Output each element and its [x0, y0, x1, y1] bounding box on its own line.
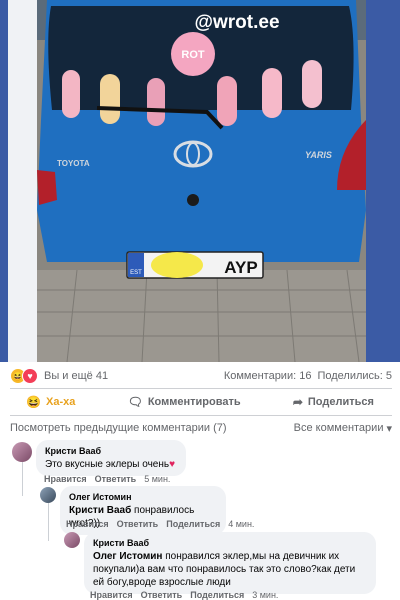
reactions-count: Вы и ещё 41 [44, 370, 109, 382]
photo-frame-left [0, 0, 8, 362]
haha-label: Ха-ха [46, 396, 76, 408]
avatar[interactable] [64, 532, 80, 548]
avatar[interactable] [40, 487, 56, 503]
comments-filter-dropdown[interactable]: Все комментарии ▾ [294, 422, 392, 435]
comment-author[interactable]: Кристи Вааб [93, 537, 367, 550]
comment-author[interactable]: Кристи Вааб [45, 445, 177, 458]
shares-count-link[interactable]: Поделились: 5 [317, 370, 392, 382]
comment-button[interactable]: 🗨 Комментировать [128, 395, 241, 409]
share-icon: ➦ [292, 395, 303, 409]
post-actions: 😆 Ха-ха 🗨 Комментировать ➦ Поделиться [0, 391, 400, 413]
mention-link[interactable]: Олег Истомин [93, 551, 162, 562]
post-stats: Комментарии: 16 Поделились: 5 [224, 370, 392, 382]
share-button[interactable]: ➦ Поделиться [293, 395, 374, 409]
brand-right-text: YARIS [305, 150, 332, 160]
comments-filter-label: Все комментарии [293, 422, 384, 434]
post-photo[interactable]: ROT @wrot.ee TOYOTA YARIS EST AYP [37, 0, 366, 362]
mention-link[interactable]: Кристи Вааб [69, 505, 131, 516]
love-reaction-icon: ♥ [22, 368, 38, 384]
brand-left-text: TOYOTA [57, 159, 90, 168]
comment-text: Это вкусные эклеры очень [45, 459, 170, 470]
share-label: Поделиться [307, 396, 374, 408]
comment-timestamp[interactable]: 4 мин. [228, 519, 254, 529]
divider [10, 415, 392, 416]
reactions-summary[interactable]: 😆 ♥ Вы и ещё 41 [10, 368, 108, 384]
reply-thread-line [48, 503, 49, 541]
share-link[interactable]: Поделиться [190, 590, 244, 600]
comment-timestamp[interactable]: 3 мин. [252, 590, 278, 600]
comment-meta: Нравится Ответить Поделиться 3 мин. [90, 590, 278, 600]
avatar[interactable] [12, 442, 32, 462]
reply-link[interactable]: Ответить [141, 590, 183, 600]
reply-thread-line [22, 462, 23, 496]
comment-meta: Нравится Ответить 5 мин. [44, 474, 170, 484]
photo-frame-right [366, 0, 400, 362]
comment-label: Комментировать [147, 396, 241, 408]
haha-button[interactable]: 😆 Ха-ха [26, 395, 75, 409]
view-previous-comments-link[interactable]: Посмотреть предыдущие комментарии (7) [10, 422, 227, 434]
rot-badge: ROT [181, 49, 205, 61]
comment-icon: 🗨 [127, 395, 143, 409]
comment-bubble: Кристи Вааб Это вкусные эклеры очень♥ [36, 440, 186, 476]
car-photo-illustration: ROT @wrot.ee TOYOTA YARIS EST AYP [37, 0, 366, 362]
plate-country-text: EST [130, 270, 142, 276]
reply-link[interactable]: Ответить [117, 519, 159, 529]
haha-icon: 😆 [26, 395, 42, 409]
reply-link[interactable]: Ответить [95, 474, 137, 484]
share-link[interactable]: Поделиться [166, 519, 220, 529]
comment-meta: Нравится Ответить Поделиться 4 мин. [66, 519, 254, 529]
watermark-text: @wrot.ee [194, 12, 279, 33]
comment-author[interactable]: Олег Истомин [69, 491, 217, 504]
like-link[interactable]: Нравится [44, 474, 87, 484]
chevron-down-icon: ▾ [386, 423, 392, 435]
comment-bubble: Кристи Вааб Олег Истомин понравился экле… [84, 532, 376, 594]
like-link[interactable]: Нравится [90, 590, 133, 600]
divider [10, 388, 392, 389]
plate-text: AYP [224, 258, 257, 277]
comment-timestamp[interactable]: 5 мин. [144, 474, 170, 484]
comments-count-link[interactable]: Комментарии: 16 [224, 370, 312, 382]
like-link[interactable]: Нравится [66, 519, 109, 529]
heart-icon: ♥ [169, 459, 176, 470]
